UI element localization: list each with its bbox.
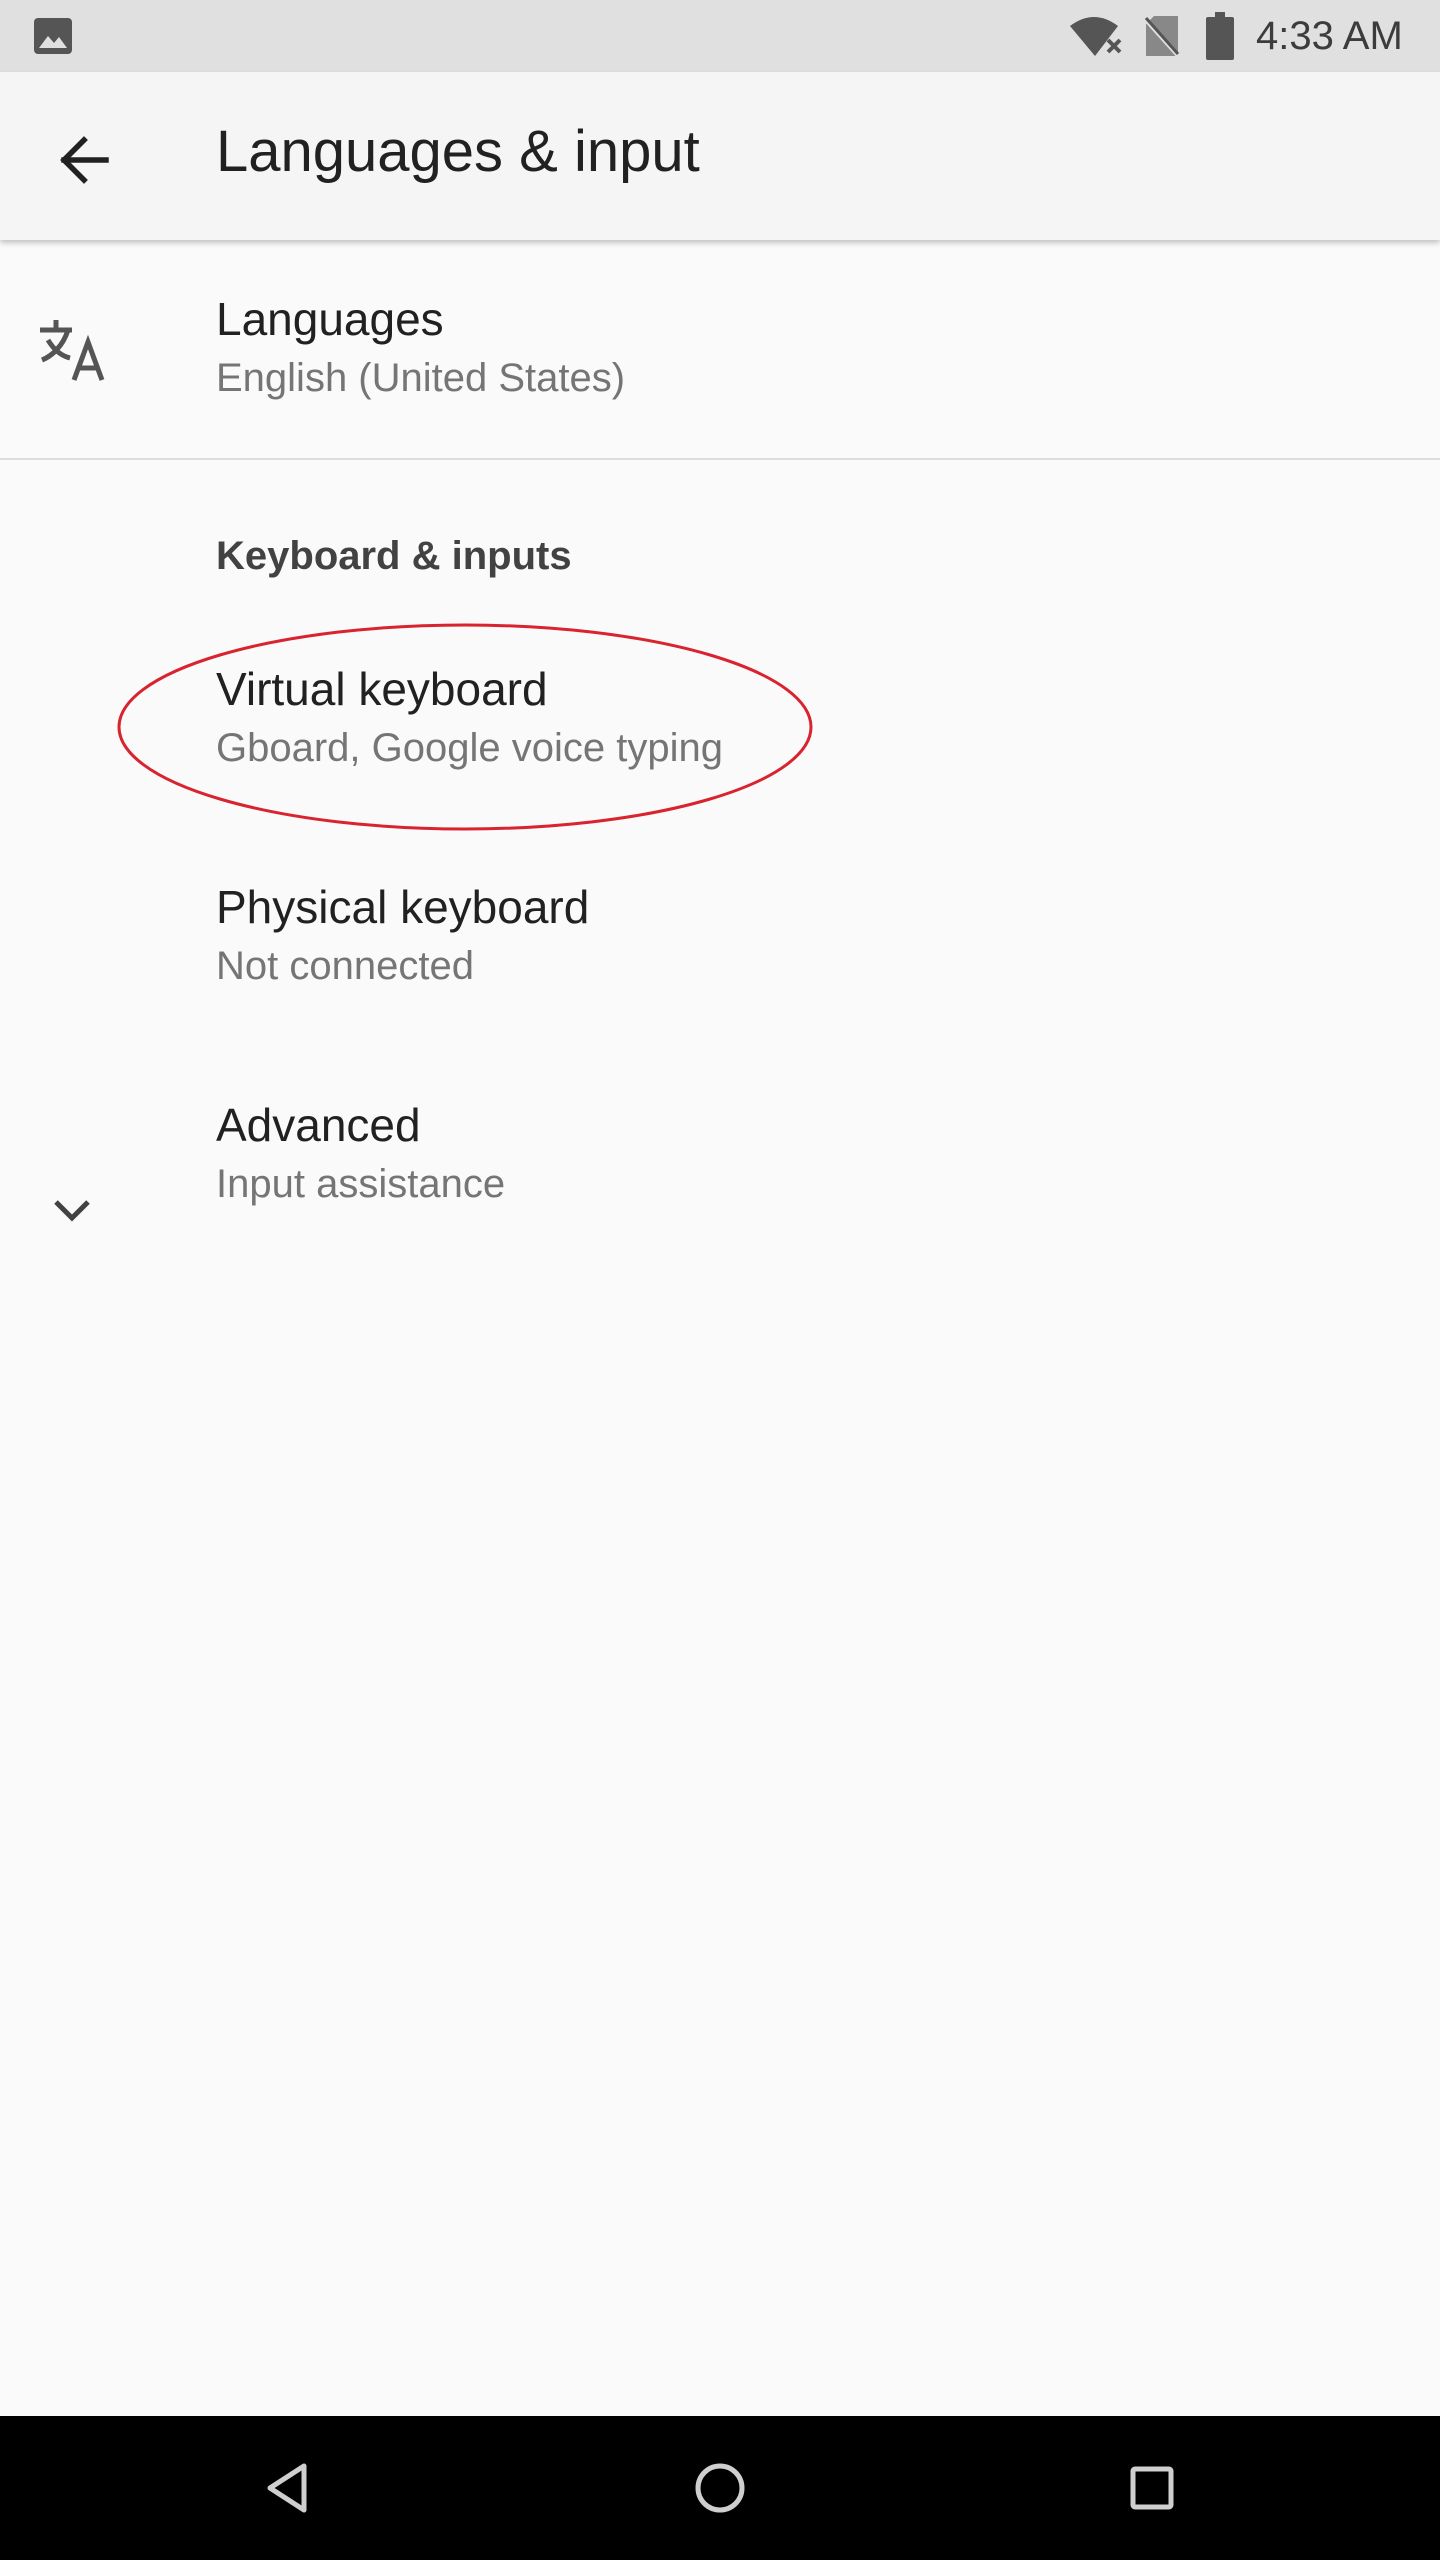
advanced-title: Advanced — [216, 1099, 421, 1151]
battery-icon — [1206, 12, 1234, 60]
languages-title: Languages — [216, 293, 444, 345]
settings-screen: 4:33 AM Languages & input Languages Engl… — [0, 0, 1440, 2560]
physical-keyboard-title: Physical keyboard — [216, 881, 590, 933]
wifi-off-icon — [1070, 17, 1122, 56]
nav-recents-button[interactable] — [1102, 2438, 1202, 2538]
status-clock: 4:33 AM — [1256, 14, 1403, 58]
chevron-down-icon — [54, 1200, 90, 1222]
languages-summary: English (United States) — [216, 356, 626, 400]
navigation-bar — [0, 2416, 1440, 2560]
home-circle-icon — [695, 2463, 745, 2513]
advanced-summary: Input assistance — [216, 1162, 506, 1206]
back-button[interactable] — [34, 112, 134, 212]
physical-keyboard-item[interactable]: Physical keyboard Not connected — [0, 838, 1440, 1056]
recents-square-icon — [1130, 2466, 1174, 2510]
languages-item[interactable]: Languages English (United States) — [0, 240, 1440, 458]
app-bar: Languages & input — [0, 72, 1440, 240]
section-header-keyboard-inputs: Keyboard & inputs — [216, 534, 572, 578]
advanced-item[interactable]: Advanced Input assistance — [0, 1056, 1440, 1274]
virtual-keyboard-summary: Gboard, Google voice typing — [216, 726, 723, 770]
page-title: Languages & input — [216, 119, 700, 184]
nav-back-button[interactable] — [238, 2438, 338, 2538]
physical-keyboard-summary: Not connected — [216, 944, 474, 988]
image-notification-icon — [34, 18, 72, 54]
arrow-back-icon — [60, 136, 109, 184]
no-sim-icon — [1144, 16, 1180, 58]
status-bar: 4:33 AM — [0, 0, 1440, 72]
virtual-keyboard-item[interactable]: Virtual keyboard Gboard, Google voice ty… — [0, 620, 1440, 838]
back-triangle-icon — [267, 2463, 307, 2513]
nav-home-button[interactable] — [670, 2438, 770, 2538]
divider — [0, 458, 1440, 460]
virtual-keyboard-title: Virtual keyboard — [216, 663, 548, 715]
translate-icon — [40, 320, 105, 381]
